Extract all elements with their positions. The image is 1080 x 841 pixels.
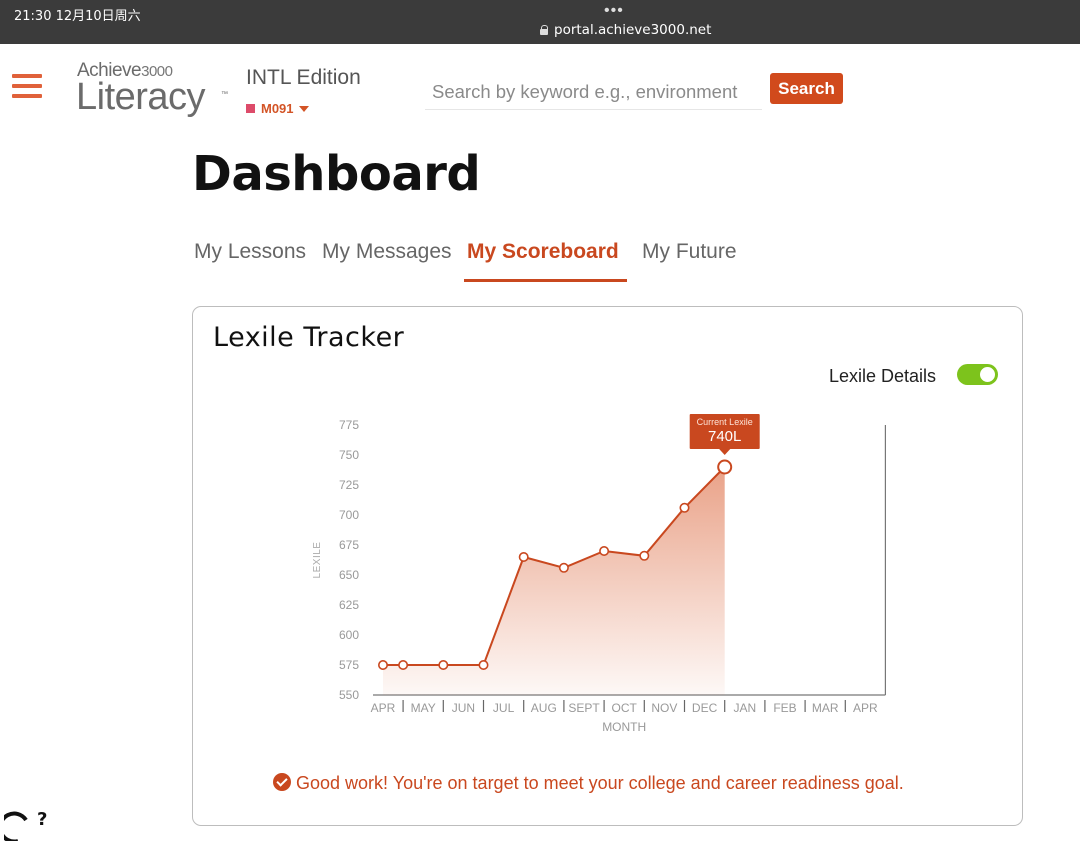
search-input[interactable] — [425, 74, 762, 110]
data-point — [398, 660, 409, 671]
x-tick-label: NOV — [651, 701, 677, 715]
goal-message: Good work! You're on target to meet your… — [273, 773, 973, 794]
address-bar[interactable]: portal.achieve3000.net — [540, 22, 711, 38]
card-title: Lexile Tracker — [213, 322, 405, 353]
series-area — [383, 467, 725, 695]
y-tick-label: 650 — [339, 568, 359, 582]
y-tick-label: 700 — [339, 508, 359, 522]
y-tick-label: 625 — [339, 598, 359, 612]
x-tick-label: MAY — [411, 701, 436, 715]
y-tick-label: 725 — [339, 478, 359, 492]
status-time: 21:30 12月10日周六 — [14, 9, 141, 24]
x-axis-title: MONTH — [602, 720, 646, 734]
tab-my-messages[interactable]: My Messages — [322, 240, 452, 264]
y-axis-title: LEXILE — [312, 542, 323, 579]
callout-label: Current Lexile — [697, 417, 753, 427]
x-tick-label: AUG — [531, 701, 557, 715]
search-button[interactable]: Search — [770, 73, 843, 104]
edition-label: INTL Edition — [246, 66, 361, 89]
caret-down-icon — [298, 106, 309, 112]
goal-message-text: Good work! You're on target to meet your… — [296, 773, 904, 793]
logo-bottom: Literacy — [76, 76, 206, 118]
data-point — [518, 552, 529, 563]
x-tick-label: JAN — [733, 701, 756, 715]
x-tick-label: FEB — [773, 701, 796, 715]
lexile-tracker-card: Lexile Tracker Lexile Details 775 750 725 7… — [192, 306, 1023, 826]
course-label: M091 — [261, 101, 294, 116]
data-point — [558, 562, 569, 573]
page-title: Dashboard — [192, 146, 481, 202]
data-point — [599, 546, 610, 557]
tab-my-future[interactable]: My Future — [642, 240, 737, 264]
tab-my-lessons[interactable]: My Lessons — [194, 240, 306, 264]
lexile-details-toggle[interactable] — [957, 364, 998, 385]
toggle-label: Lexile Details — [829, 366, 937, 386]
status-bar: 21:30 12月10日周六 ••• portal.achieve3000.ne… — [0, 0, 1080, 44]
toggle-knob — [980, 367, 995, 382]
more-dots-icon[interactable]: ••• — [604, 2, 624, 20]
url-text: portal.achieve3000.net — [554, 22, 712, 38]
x-tick-label: JUN — [452, 701, 475, 715]
y-tick-label: 575 — [339, 658, 359, 672]
course-selector[interactable]: M091 — [246, 101, 309, 116]
svg-text:?: ? — [37, 809, 47, 830]
x-tick-label: OCT — [612, 701, 638, 715]
x-tick-label: JUL — [493, 701, 515, 715]
callout-value: 740L — [708, 428, 741, 445]
logo[interactable]: Achieve3000 Literacy ™ — [76, 60, 237, 122]
data-point — [639, 550, 650, 561]
menu-icon[interactable] — [12, 74, 42, 100]
x-tick-label: APR — [853, 701, 878, 715]
course-marker-icon — [246, 104, 255, 113]
data-point — [679, 502, 690, 513]
check-circle-icon — [273, 773, 291, 791]
x-tick-label: SEPT — [568, 701, 600, 715]
logo-trademark: ™ — [221, 91, 228, 98]
y-tick-label: 675 — [339, 538, 359, 552]
callout-pointer — [718, 448, 731, 455]
tab-my-scoreboard[interactable]: My Scoreboard — [467, 240, 619, 264]
y-tick-label: 775 — [339, 418, 359, 432]
data-point — [438, 660, 449, 671]
y-tick-label: 550 — [339, 688, 359, 702]
current-point — [717, 459, 733, 475]
x-tick-label: MAR — [812, 701, 839, 715]
lexile-chart: 775 750 725 700 675 650 625 600 575 550 LEXILE APR M… — [312, 414, 887, 734]
data-point — [378, 660, 389, 671]
lock-icon — [540, 25, 549, 35]
help-icon[interactable]: ? — [4, 808, 54, 841]
data-point — [478, 660, 489, 671]
x-tick-label: DEC — [692, 701, 718, 715]
x-tick-label: APR — [371, 701, 396, 715]
y-tick-label: 750 — [339, 448, 359, 462]
active-tab-indicator — [464, 279, 627, 282]
y-tick-label: 600 — [339, 628, 359, 642]
